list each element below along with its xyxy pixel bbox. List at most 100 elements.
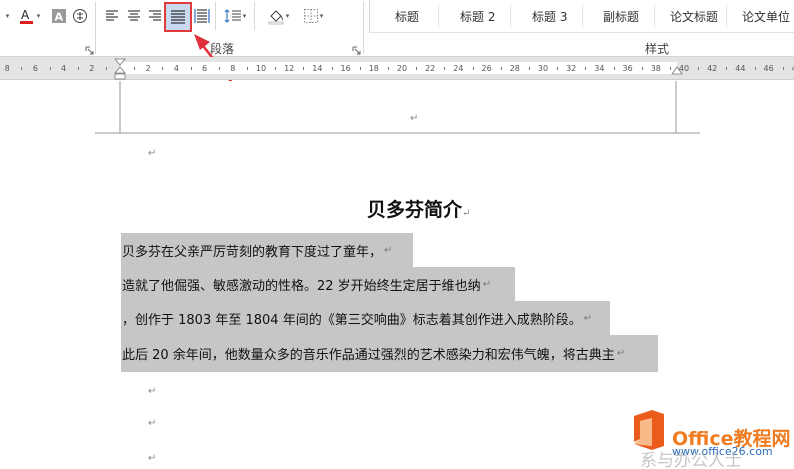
ruler-tick-label: 16 — [340, 64, 351, 73]
paragraph-text: 造就了他倔强、敏感激动的性格。22 岁开始终生定居于维也纳 — [122, 278, 481, 294]
indent-marker-icon[interactable] — [114, 58, 126, 80]
style-subtitle[interactable]: 副标题 — [603, 8, 639, 25]
ruler-minor-tick — [500, 67, 502, 70]
paragraph-text: 贝多芬在父亲严厉苛刻的教育下度过了童年， — [122, 244, 383, 260]
document-title[interactable]: 贝多芬简介↵ — [367, 195, 470, 222]
ruler-tick-label: 36 — [622, 64, 633, 73]
watermark-ghost-text: 系与办公人士 — [640, 451, 742, 469]
style-heading[interactable]: 标题 — [395, 8, 419, 25]
ruler-tick-label: 8 — [230, 64, 236, 73]
align-center-icon — [128, 10, 140, 21]
paragraph-mark: ↵ — [148, 418, 157, 429]
ruler-tick-label: 10 — [255, 64, 267, 73]
separator — [215, 2, 216, 30]
paragraph-dialog-launcher-icon[interactable] — [352, 44, 361, 55]
borders-icon — [303, 9, 318, 23]
separator — [254, 2, 255, 30]
style-paper-unit[interactable]: 论文单位 — [742, 8, 790, 25]
ruler-tick-label: 46 — [763, 64, 774, 73]
body-paragraph-3[interactable]: ，创作于 1803 年至 1804 年间的《第三交响曲》标志着其创作进入成熟阶段… — [121, 301, 610, 335]
style-heading-3[interactable]: 标题 3 — [532, 8, 567, 25]
ruler-tick-label: 24 — [453, 64, 464, 73]
ruler-tick-label: 2 — [89, 64, 95, 73]
svg-text:A: A — [55, 11, 64, 24]
horizontal-ruler[interactable]: 8 6 4 2 2 4 6 8 10 12 14 16 18 20 22 24 26 28 30 32 34 36 38 40… — [0, 57, 794, 80]
ruler-tick-label: 44 — [735, 64, 746, 73]
paragraph-text: 此后 20 余年间，他数量众多的音乐作品通过强烈的艺术感染力和宏伟气魄，将古典主 — [122, 348, 615, 363]
ruler-minor-tick — [782, 67, 784, 70]
borders-button[interactable]: ▾ — [298, 5, 328, 27]
font-size-caret-icon[interactable]: ▾ — [2, 5, 12, 27]
styles-divider — [369, 32, 794, 33]
ruler-tick-label: 4 — [173, 64, 179, 73]
style-separator — [582, 5, 583, 27]
ruler-minor-tick — [754, 67, 756, 70]
character-shading-icon: A — [52, 9, 66, 24]
style-separator — [726, 5, 727, 27]
ruler-minor-tick — [669, 67, 671, 70]
ruler-tick-label: 8 — [4, 64, 10, 73]
ruler-minor-tick — [331, 67, 333, 70]
font-dialog-launcher-icon[interactable] — [85, 44, 94, 55]
body-paragraph-2[interactable]: 造就了他倔强、敏感激动的性格。22 岁开始终生定居于维也纳 ↵ — [121, 267, 515, 301]
ruler-tick-label: 40 — [678, 64, 690, 73]
title-text: 贝多芬简介 — [367, 199, 463, 221]
paragraph-mark: ↵ — [482, 278, 492, 290]
align-center-button[interactable] — [124, 5, 144, 27]
paragraph-mark: ↵ — [148, 453, 157, 464]
ruler-tick-label: 26 — [481, 64, 492, 73]
ruler-tick-label: 14 — [312, 64, 323, 73]
paragraph-mark: ↵ — [384, 244, 393, 256]
ruler-minor-tick — [641, 67, 643, 70]
font-color-button[interactable]: A ▾ — [14, 5, 44, 27]
paragraph-text: ，创作于 1803 年至 1804 年间的《第三交响曲》标志着其创作进入成熟阶段… — [122, 312, 582, 328]
styles-group-label: 样式 — [645, 42, 670, 56]
ruler-minor-tick — [359, 67, 361, 70]
body-paragraph-1[interactable]: 贝多芬在父亲严厉苛刻的教育下度过了童年， ↵ — [121, 233, 413, 267]
justify-icon — [171, 10, 185, 24]
ruler-tick-label: 38 — [650, 64, 661, 73]
enclose-characters-button[interactable] — [70, 5, 90, 27]
ruler-minor-tick — [613, 67, 615, 70]
line-spacing-button[interactable]: ▾ — [220, 5, 250, 27]
character-shading-button[interactable]: A — [50, 5, 68, 27]
ruler-minor-tick — [557, 67, 559, 70]
paragraph-mark: ↵ — [148, 386, 157, 397]
align-left-button[interactable] — [102, 5, 122, 27]
ruler-tick-label: 12 — [284, 64, 295, 73]
ruler-tick-label: 42 — [707, 64, 718, 73]
paragraph-mark: ↵ — [410, 113, 419, 124]
ruler-minor-tick — [105, 67, 107, 70]
ruler-tick-label: 34 — [594, 64, 605, 73]
ruler-minor-tick — [726, 67, 728, 70]
distributed-button[interactable] — [192, 5, 212, 27]
ruler-minor-tick — [585, 67, 587, 70]
group-separator — [363, 2, 364, 54]
shading-button[interactable]: ▾ — [262, 5, 294, 27]
style-separator — [438, 5, 439, 27]
ruler-tick-label: 18 — [368, 64, 379, 73]
ruler-minor-tick — [77, 67, 79, 70]
style-separator — [510, 5, 511, 27]
distributed-icon — [194, 9, 210, 23]
ruler-minor-tick — [303, 67, 305, 70]
style-paper-title[interactable]: 论文标题 — [670, 8, 718, 25]
body-paragraph-4[interactable]: 此后 20 余年间，他数量众多的音乐作品通过强烈的艺术感染力和宏伟气魄，将古典主… — [121, 335, 658, 372]
ruler-minor-tick — [528, 67, 530, 70]
ruler-tick-label: 6 — [32, 64, 38, 73]
style-separator — [654, 5, 655, 27]
ruler-minor-tick — [218, 67, 220, 70]
ruler-tick-label: 48 — [790, 64, 794, 73]
paint-bucket-icon — [268, 10, 284, 25]
style-heading-2[interactable]: 标题 2 — [460, 8, 495, 25]
document-page[interactable]: ↵ ↵ 贝多芬简介↵ 贝多芬在父亲严厉苛刻的教育下度过了童年， ↵ 造就了他倔强、… — [0, 81, 794, 469]
ruler-tick-label: 20 — [396, 64, 408, 73]
justify-button[interactable] — [164, 2, 192, 32]
paragraph-mark: ↵ — [148, 148, 157, 159]
ruler-tick-label: 4 — [61, 64, 67, 73]
ruler-minor-tick — [49, 67, 51, 70]
align-right-button[interactable] — [146, 5, 164, 27]
group-separator — [95, 2, 96, 54]
ribbon: ▾ A ▾ A ▾ ▾ ▾ 段落 标题 标题 2 标题 3 副标题 论文标题 论… — [0, 0, 794, 57]
ruler-tick-label: 30 — [537, 64, 549, 73]
